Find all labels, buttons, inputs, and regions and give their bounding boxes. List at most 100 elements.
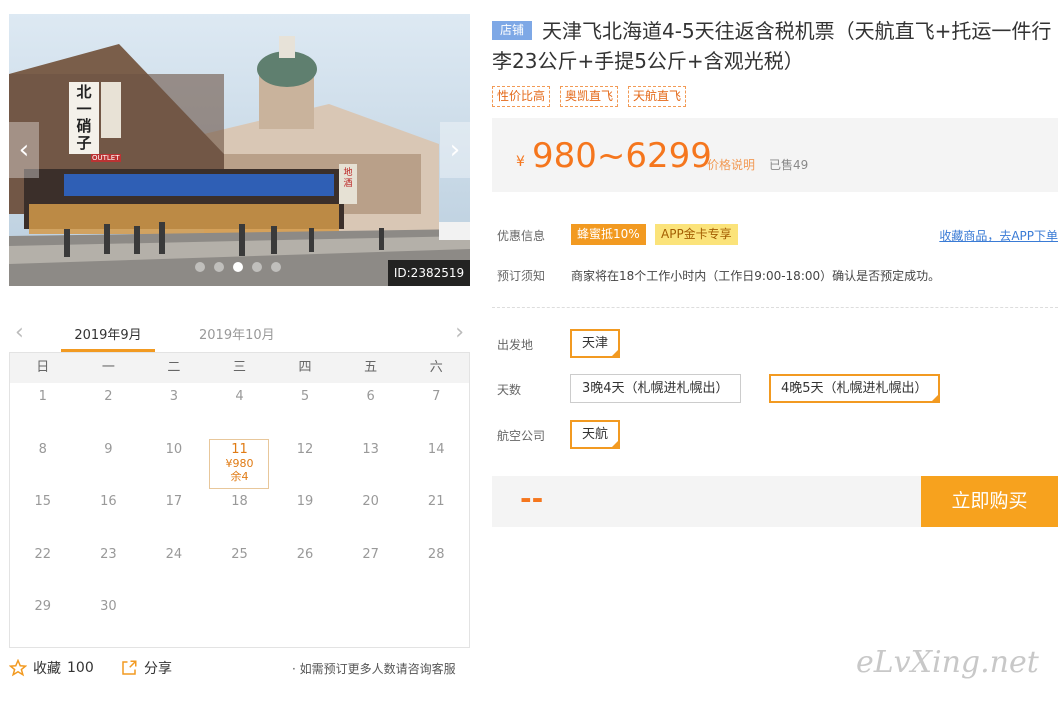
- favorite-button[interactable]: 收藏 100: [9, 658, 94, 678]
- calendar-day[interactable]: 23: [76, 541, 142, 594]
- option-days-4[interactable]: 3晚4天（札幌进札幌出）: [570, 374, 741, 403]
- calendar-day[interactable]: 26: [272, 541, 338, 594]
- calendar-month-tabs: ‹ 2019年9月 2019年10月 ›: [9, 312, 470, 352]
- calendar-day[interactable]: 18: [207, 488, 273, 541]
- product-tags: 性价比高 奥凯直飞 天航直飞: [492, 86, 687, 107]
- calendar-prev-month-button[interactable]: ‹: [15, 320, 24, 345]
- carousel-prev-button[interactable]: ‹: [9, 122, 39, 178]
- calendar-day[interactable]: 6: [338, 383, 404, 436]
- carousel-dots: [195, 262, 281, 272]
- option-days-5[interactable]: 4晚5天（札幌进札幌出）: [769, 374, 940, 403]
- weekday-label: 二: [167, 360, 181, 375]
- calendar-day[interactable]: 16: [76, 488, 142, 541]
- calendar-day[interactable]: 15: [10, 488, 76, 541]
- product-photo-carousel[interactable]: 北一硝子 OUTLET 地酒 ‹ › ID:2382519: [9, 14, 470, 286]
- calendar-day[interactable]: 7: [403, 383, 469, 436]
- weekday-label: 四: [298, 360, 312, 375]
- tab-month-next[interactable]: 2019年10月: [199, 324, 275, 343]
- share-button[interactable]: 分享: [120, 658, 172, 678]
- calendar-weekday-header: 日 一 二 三 四 五 六: [10, 353, 469, 383]
- calendar-day[interactable]: 27: [338, 541, 404, 594]
- currency-symbol: ¥: [516, 154, 525, 170]
- promo-badge-app-gold: APP金卡专享: [655, 224, 738, 245]
- calendar-body: 日 一 二 三 四 五 六 1 2 3 4 5 6 7 8 9 10 11 ¥980 余4 12 13 14 1…: [9, 352, 470, 648]
- calendar-day[interactable]: 28: [403, 541, 469, 594]
- active-month-underline: [61, 349, 155, 352]
- option-departure-tianjin[interactable]: 天津: [570, 329, 621, 358]
- share-icon: [122, 660, 137, 675]
- photo-id-label: ID:2382519: [388, 260, 470, 286]
- calendar-day[interactable]: 19: [272, 488, 338, 541]
- calendar-day[interactable]: 1: [10, 383, 76, 436]
- share-label: 分享: [144, 661, 172, 677]
- tab-month-current[interactable]: 2019年9月: [61, 324, 155, 343]
- departure-label: 出发地: [497, 338, 534, 352]
- calendar-day-price: ¥980: [225, 456, 254, 470]
- calendar-empty-cell: [403, 593, 469, 646]
- calendar-empty-cell: [338, 593, 404, 646]
- days-label: 天数: [497, 383, 522, 397]
- weekday-label: 五: [364, 360, 378, 375]
- airline-label: 航空公司: [497, 429, 546, 443]
- calendar-day[interactable]: 13: [338, 436, 404, 489]
- carousel-dot[interactable]: [195, 262, 205, 272]
- calendar-day-remaining: 余4: [230, 469, 249, 483]
- site-watermark: eLvXing.net: [856, 645, 1039, 680]
- calendar-day[interactable]: 4: [207, 383, 273, 436]
- calendar-empty-cell: [141, 593, 207, 646]
- weekday-label: 六: [429, 360, 443, 375]
- calendar-day[interactable]: 30: [76, 593, 142, 646]
- carousel-dot-active[interactable]: [233, 262, 243, 272]
- total-price-placeholder: --: [520, 482, 544, 515]
- calendar-day[interactable]: 12: [272, 436, 338, 489]
- product-title: 天津飞北海道4-5天往返含税机票（天航直飞+托运一件行李23公斤+手提5公斤+含…: [492, 19, 1052, 73]
- calendar-day[interactable]: 20: [338, 488, 404, 541]
- consult-service-note: · 如需预订更多人数请咨询客服: [292, 662, 456, 676]
- price-panel: ¥ 980~6299 价格说明 已售49: [492, 118, 1058, 192]
- favorite-label: 收藏: [33, 661, 61, 677]
- calendar-day[interactable]: 29: [10, 593, 76, 646]
- calendar-day[interactable]: 17: [141, 488, 207, 541]
- carousel-dot[interactable]: [271, 262, 281, 272]
- sold-count: 已售49: [769, 158, 809, 172]
- section-divider: [492, 307, 1058, 308]
- favorite-count: 100: [67, 660, 94, 676]
- calendar-day-grid: 1 2 3 4 5 6 7 8 9 10 11 ¥980 余4 12 13 14 15 16 17 18 19 20 21 2…: [10, 383, 469, 646]
- calendar-day[interactable]: 5: [272, 383, 338, 436]
- calendar-day[interactable]: 22: [10, 541, 76, 594]
- booking-notice-label: 预订须知: [497, 269, 546, 283]
- shop-sign-liquor: 地酒: [343, 168, 353, 189]
- calendar-day[interactable]: 14: [403, 436, 469, 489]
- product-tag: 天航直飞: [628, 86, 687, 107]
- buy-now-button[interactable]: 立即购买: [921, 476, 1058, 527]
- carousel-dot[interactable]: [214, 262, 224, 272]
- calendar-day[interactable]: 21: [403, 488, 469, 541]
- app-order-link[interactable]: 收藏商品，去APP下单: [939, 227, 1058, 244]
- calendar-day[interactable]: 3: [141, 383, 207, 436]
- carousel-next-button[interactable]: ›: [440, 122, 470, 178]
- option-airline-tianhang[interactable]: 天航: [570, 420, 621, 449]
- calendar-day-number: 11: [231, 441, 248, 457]
- calendar-day-available[interactable]: 11 ¥980 余4: [209, 438, 270, 489]
- calendar-empty-cell: [272, 593, 338, 646]
- chevron-right-icon: ›: [449, 135, 461, 165]
- calendar-day[interactable]: 2: [76, 383, 142, 436]
- calendar-day[interactable]: 10: [141, 436, 207, 489]
- price-range: 980~6299: [532, 136, 712, 176]
- calendar-day[interactable]: 8: [10, 436, 76, 489]
- star-icon: [9, 659, 27, 677]
- calendar-day[interactable]: 9: [76, 436, 142, 489]
- product-tag: 奥凯直飞: [560, 86, 619, 107]
- weekday-label: 日: [36, 360, 50, 375]
- carousel-dot[interactable]: [252, 262, 262, 272]
- shop-sign-main: 北一硝子: [76, 83, 92, 152]
- date-calendar: ‹ 2019年9月 2019年10月 › 日 一 二 三 四 五 六 12345…: [9, 312, 470, 648]
- calendar-day[interactable]: 24: [141, 541, 207, 594]
- price-explanation-link[interactable]: 价格说明: [707, 156, 755, 173]
- shop-badge: 店铺: [492, 21, 532, 40]
- chevron-left-icon: ‹: [15, 320, 24, 345]
- calendar-next-month-button[interactable]: ›: [455, 320, 464, 345]
- product-tag: 性价比高: [492, 86, 551, 107]
- weekday-label: 一: [101, 360, 115, 375]
- calendar-day[interactable]: 25: [207, 541, 273, 594]
